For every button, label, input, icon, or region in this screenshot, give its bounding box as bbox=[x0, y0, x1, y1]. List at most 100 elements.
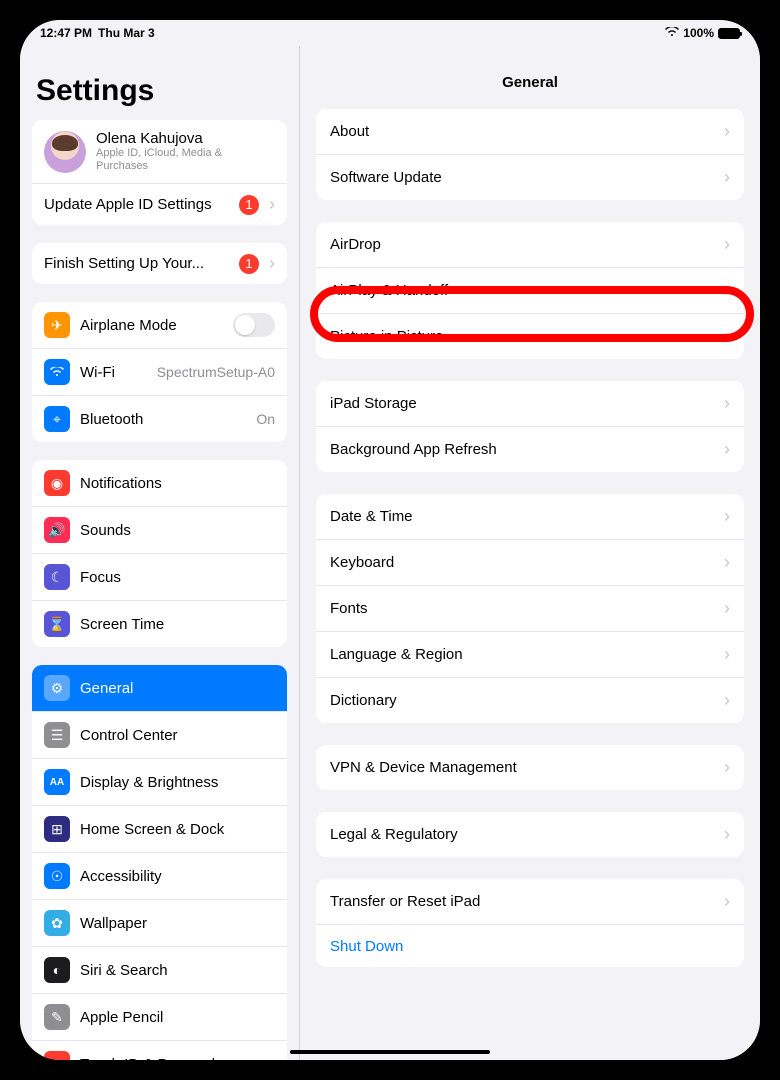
profile-subtitle: Apple ID, iCloud, Media & Purchases bbox=[96, 147, 275, 173]
airplane-icon: ✈ bbox=[44, 312, 70, 338]
profile-row[interactable]: Olena Kahujova Apple ID, iCloud, Media &… bbox=[32, 120, 287, 184]
siri-icon: ◐ bbox=[44, 957, 70, 983]
bluetooth-icon: ⌖ bbox=[44, 406, 70, 432]
ipad-frame: 12:47 PM Thu Mar 3 100% Settings bbox=[10, 10, 770, 1070]
accessibility-label: Accessibility bbox=[80, 868, 275, 885]
gear-icon: ⚙ bbox=[44, 675, 70, 701]
vpn-row[interactable]: VPN & Device Management› bbox=[316, 745, 744, 790]
datetime-row[interactable]: Date & Time› bbox=[316, 494, 744, 540]
status-date: Thu Mar 3 bbox=[98, 26, 155, 40]
speaker-icon: 🔊 bbox=[44, 517, 70, 543]
wifi-icon bbox=[665, 26, 679, 40]
finish-setup-row[interactable]: Finish Setting Up Your... 1 › bbox=[32, 243, 287, 284]
badge: 1 bbox=[239, 195, 259, 215]
chevron-right-icon: › bbox=[724, 644, 730, 665]
chevron-right-icon: › bbox=[269, 194, 275, 215]
language-row[interactable]: Language & Region› bbox=[316, 632, 744, 678]
main-panel: General About› Software Update› AirDrop›… bbox=[300, 46, 760, 1060]
sounds-row[interactable]: 🔊 Sounds bbox=[32, 507, 287, 554]
pencil-icon: ✎ bbox=[44, 1004, 70, 1030]
chevron-right-icon: › bbox=[724, 439, 730, 460]
airdrop-row[interactable]: AirDrop› bbox=[316, 222, 744, 268]
screentime-row[interactable]: ⌛ Screen Time bbox=[32, 601, 287, 647]
pip-label: Picture in Picture bbox=[330, 328, 724, 345]
siri-label: Siri & Search bbox=[80, 962, 275, 979]
profile-name: Olena Kahujova bbox=[96, 130, 275, 147]
chevron-right-icon: › bbox=[724, 506, 730, 527]
legal-row[interactable]: Legal & Regulatory› bbox=[316, 812, 744, 857]
chevron-right-icon: › bbox=[724, 757, 730, 778]
homescreen-label: Home Screen & Dock bbox=[80, 821, 275, 838]
chevron-right-icon: › bbox=[724, 393, 730, 414]
background-refresh-row[interactable]: Background App Refresh› bbox=[316, 427, 744, 472]
dictionary-label: Dictionary bbox=[330, 692, 724, 709]
siri-row[interactable]: ◐ Siri & Search bbox=[32, 947, 287, 994]
wifi-value: SpectrumSetup-A0 bbox=[157, 364, 275, 380]
badge: 1 bbox=[239, 254, 259, 274]
airplane-toggle[interactable] bbox=[233, 313, 275, 337]
finish-setup-label: Finish Setting Up Your... bbox=[44, 255, 229, 272]
pip-row[interactable]: Picture in Picture› bbox=[316, 314, 744, 359]
controlcenter-row[interactable]: ☰ Control Center bbox=[32, 712, 287, 759]
wifi-settings-icon bbox=[44, 359, 70, 385]
brightness-icon: AA bbox=[44, 769, 70, 795]
bluetooth-row[interactable]: ⌖ Bluetooth On bbox=[32, 396, 287, 442]
fingerprint-icon: ◎ bbox=[44, 1051, 70, 1060]
bluetooth-value: On bbox=[256, 411, 275, 427]
storage-row[interactable]: iPad Storage› bbox=[316, 381, 744, 427]
airplay-handoff-label: AirPlay & Handoff bbox=[330, 282, 724, 299]
dictionary-row[interactable]: Dictionary› bbox=[316, 678, 744, 723]
chevron-right-icon: › bbox=[724, 891, 730, 912]
notifications-row[interactable]: ◉ Notifications bbox=[32, 460, 287, 507]
chevron-right-icon: › bbox=[724, 280, 730, 301]
vpn-label: VPN & Device Management bbox=[330, 759, 724, 776]
airplane-mode-row[interactable]: ✈ Airplane Mode bbox=[32, 302, 287, 349]
flower-icon: ✿ bbox=[44, 910, 70, 936]
screentime-label: Screen Time bbox=[80, 616, 275, 633]
chevron-right-icon: › bbox=[724, 326, 730, 347]
transfer-reset-label: Transfer or Reset iPad bbox=[330, 893, 724, 910]
accessibility-row[interactable]: ☉ Accessibility bbox=[32, 853, 287, 900]
background-refresh-label: Background App Refresh bbox=[330, 441, 724, 458]
shutdown-label: Shut Down bbox=[330, 938, 730, 955]
software-update-row[interactable]: Software Update› bbox=[316, 155, 744, 200]
storage-label: iPad Storage bbox=[330, 395, 724, 412]
language-label: Language & Region bbox=[330, 646, 724, 663]
moon-icon: ☾ bbox=[44, 564, 70, 590]
accessibility-icon: ☉ bbox=[44, 863, 70, 889]
chevron-right-icon: › bbox=[724, 598, 730, 619]
status-time: 12:47 PM bbox=[40, 26, 92, 40]
wifi-row[interactable]: Wi-Fi SpectrumSetup-A0 bbox=[32, 349, 287, 396]
keyboard-row[interactable]: Keyboard› bbox=[316, 540, 744, 586]
pencil-row[interactable]: ✎ Apple Pencil bbox=[32, 994, 287, 1041]
airplay-handoff-row[interactable]: AirPlay & Handoff› bbox=[316, 268, 744, 314]
hourglass-icon: ⌛ bbox=[44, 611, 70, 637]
general-label: General bbox=[80, 680, 275, 697]
update-apple-id-row[interactable]: Update Apple ID Settings 1 › bbox=[32, 184, 287, 225]
status-bar: 12:47 PM Thu Mar 3 100% bbox=[20, 20, 760, 46]
airplane-mode-label: Airplane Mode bbox=[80, 317, 223, 334]
chevron-right-icon: › bbox=[269, 253, 275, 274]
homescreen-row[interactable]: ⊞ Home Screen & Dock bbox=[32, 806, 287, 853]
screen: 12:47 PM Thu Mar 3 100% Settings bbox=[20, 20, 760, 1060]
display-row[interactable]: AA Display & Brightness bbox=[32, 759, 287, 806]
touchid-row[interactable]: ◎ Touch ID & Passcode bbox=[32, 1041, 287, 1060]
software-update-label: Software Update bbox=[330, 169, 724, 186]
focus-row[interactable]: ☾ Focus bbox=[32, 554, 287, 601]
bell-icon: ◉ bbox=[44, 470, 70, 496]
bluetooth-label: Bluetooth bbox=[80, 411, 246, 428]
datetime-label: Date & Time bbox=[330, 508, 724, 525]
main-header: General bbox=[300, 46, 760, 109]
transfer-reset-row[interactable]: Transfer or Reset iPad› bbox=[316, 879, 744, 925]
keyboard-label: Keyboard bbox=[330, 554, 724, 571]
general-row[interactable]: ⚙ General bbox=[32, 665, 287, 712]
home-indicator[interactable] bbox=[290, 1050, 490, 1054]
display-label: Display & Brightness bbox=[80, 774, 275, 791]
fonts-label: Fonts bbox=[330, 600, 724, 617]
fonts-row[interactable]: Fonts› bbox=[316, 586, 744, 632]
about-row[interactable]: About› bbox=[316, 109, 744, 155]
shutdown-row[interactable]: Shut Down bbox=[316, 925, 744, 967]
update-apple-id-label: Update Apple ID Settings bbox=[44, 196, 229, 213]
controlcenter-label: Control Center bbox=[80, 727, 275, 744]
wallpaper-row[interactable]: ✿ Wallpaper bbox=[32, 900, 287, 947]
